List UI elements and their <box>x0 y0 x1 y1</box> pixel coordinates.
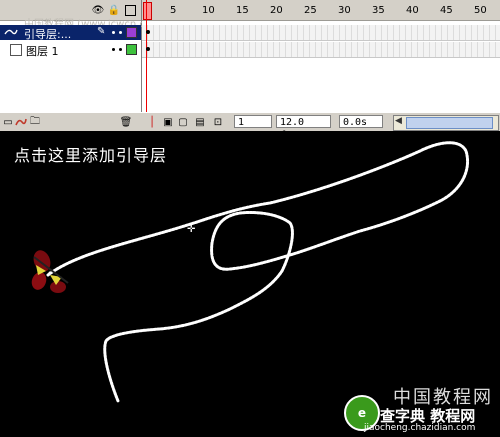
playhead-handle[interactable] <box>143 2 152 20</box>
insert-layer-icon[interactable]: ▭ <box>2 116 14 128</box>
frame-tick: 35 <box>372 5 385 16</box>
frame-tick: 5 <box>170 5 177 16</box>
frame-grid[interactable]: 1 5 10 15 20 25 30 35 40 45 50 <box>142 0 500 112</box>
visibility-dot[interactable] <box>112 48 115 51</box>
layer-name: 图层 1 <box>26 45 59 58</box>
onion-outline-icon[interactable]: ▢ <box>177 116 189 128</box>
frame-row-1[interactable] <box>142 42 500 58</box>
site-badge: e 查字典 教程网 jiaocheng.chazidian.com <box>340 387 495 433</box>
edit-multiple-icon[interactable]: ▤ <box>194 116 206 128</box>
layer-row-guide[interactable]: 引导层:... ✎ <box>0 25 141 41</box>
layer-row-1[interactable]: 图层 1 <box>0 42 141 58</box>
lock-dot[interactable] <box>119 48 122 51</box>
center-frame-icon[interactable]: │ <box>146 116 158 128</box>
badge-url-text: jiaocheng.chazidian.com <box>364 423 476 433</box>
layer-name: 引导层:... <box>24 28 72 41</box>
keyframe-dot[interactable] <box>146 30 150 34</box>
trash-icon[interactable]: 🗑 <box>120 116 133 128</box>
timeline-scrollbar[interactable]: ◀ <box>393 115 499 131</box>
lock-dot[interactable] <box>119 31 122 34</box>
onion-skin-icon[interactable]: ▣ <box>162 116 174 128</box>
frame-tick: 50 <box>474 5 487 16</box>
scroll-left-icon[interactable]: ◀ <box>395 116 402 126</box>
frame-row-guide[interactable] <box>142 25 500 41</box>
frame-tick: 40 <box>406 5 419 16</box>
frame-tick: 10 <box>202 5 215 16</box>
elapsed-time-field[interactable]: 0.0s <box>339 115 383 128</box>
butterfly-icon[interactable] <box>22 245 82 305</box>
layer-icon <box>10 44 22 56</box>
crosshair-cursor-icon: ✛ <box>187 224 196 235</box>
frame-tick: 25 <box>304 5 317 16</box>
layer-list: 👁 🔒 中国教程网 (www.jcwcn.com) [design.bbs.co… <box>0 0 254 112</box>
frame-ruler[interactable]: 1 5 10 15 20 25 30 35 40 45 50 <box>142 0 500 21</box>
stage-canvas[interactable]: 点击这里添加引导层 ✛ 中国教程网 e 查字典 教程网 jiaocheng.ch… <box>0 131 500 437</box>
add-guide-layer-icon[interactable] <box>15 116 27 128</box>
modify-markers-icon[interactable]: ⊡ <box>212 116 224 128</box>
timeline-panel: 👁 🔒 中国教程网 (www.jcwcn.com) [design.bbs.co… <box>0 0 500 141</box>
frame-tick: 30 <box>338 5 351 16</box>
visibility-dot[interactable] <box>112 31 115 34</box>
guide-layer-icon <box>4 29 18 35</box>
timeline-toolbar: ▭ 🗀 🗑 │ ▣ ▢ ▤ ⊡ 1 12.0 fps 0.0s ◀ <box>0 112 500 141</box>
layer-color-swatch[interactable] <box>126 44 137 55</box>
frame-tick: 45 <box>440 5 453 16</box>
pencil-icon: ✎ <box>97 26 106 37</box>
insert-folder-icon[interactable]: 🗀 <box>29 116 41 128</box>
keyframe-dot[interactable] <box>146 47 150 51</box>
layer-color-swatch[interactable] <box>126 27 137 38</box>
fps-field[interactable]: 12.0 fps <box>276 115 331 141</box>
current-frame-field[interactable]: 1 <box>234 115 272 128</box>
frame-tick: 15 <box>236 5 249 16</box>
scroll-thumb[interactable] <box>406 117 493 129</box>
frame-tick: 20 <box>270 5 283 16</box>
